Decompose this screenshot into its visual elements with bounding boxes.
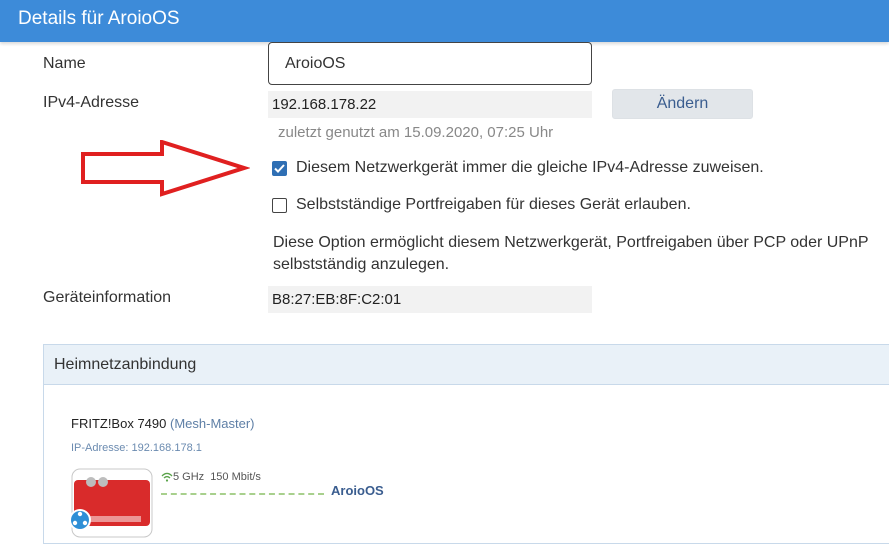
same-ip-label: Diesem Netzwerkgerät immer die gleiche I…	[296, 159, 764, 176]
name-input[interactable]	[268, 42, 592, 85]
name-label: Name	[43, 55, 86, 72]
port-label: Selbstständige Portfreigaben für dieses …	[296, 196, 691, 213]
ipv4-label: IPv4-Adresse	[43, 94, 140, 111]
device-info-value: B8:27:EB:8F:C2:01	[268, 286, 592, 313]
router-ip: IP-Adresse: 192.168.178.1	[71, 442, 202, 454]
home-network-title: Heimnetzanbindung	[44, 345, 889, 385]
wifi-connection-info: 5 GHz 150 Mbit/s	[161, 471, 261, 483]
port-checkbox[interactable]	[272, 197, 287, 213]
home-network-panel: Heimnetzanbindung FRITZ!Box 7490 (Mesh-M…	[43, 344, 889, 544]
router-model: FRITZ!Box 7490	[71, 416, 167, 431]
red-arrow-icon	[81, 140, 250, 197]
port-checkbox-row[interactable]: Selbstständige Portfreigaben für dieses …	[272, 196, 691, 214]
router-icon	[71, 468, 153, 538]
dialog-title: Details für AroioOS	[18, 8, 180, 29]
connection-line	[161, 493, 324, 495]
last-used-hint: zuletzt genutzt am 15.09.2020, 07:25 Uhr	[278, 124, 554, 141]
port-description: Diese Option ermöglicht diesem Netzwerkg…	[273, 234, 869, 273]
change-ip-button[interactable]: Ändern	[612, 89, 753, 119]
ipv4-value: 192.168.178.22	[268, 91, 592, 118]
client-device-link[interactable]: AroioOS	[331, 483, 384, 498]
same-ip-checkbox-row[interactable]: Diesem Netzwerkgerät immer die gleiche I…	[272, 159, 764, 177]
wifi-icon	[161, 472, 173, 482]
wifi-speed: 150 Mbit/s	[210, 471, 261, 483]
router-role: (Mesh-Master)	[170, 416, 255, 431]
checkmark-icon	[274, 163, 285, 173]
same-ip-checkbox[interactable]	[272, 160, 287, 176]
dialog-header: Details für AroioOS	[0, 0, 889, 42]
device-info-label: Geräteinformation	[43, 289, 172, 306]
wifi-band: 5 GHz	[173, 471, 205, 483]
router-name: FRITZ!Box 7490 (Mesh-Master)	[71, 416, 255, 431]
